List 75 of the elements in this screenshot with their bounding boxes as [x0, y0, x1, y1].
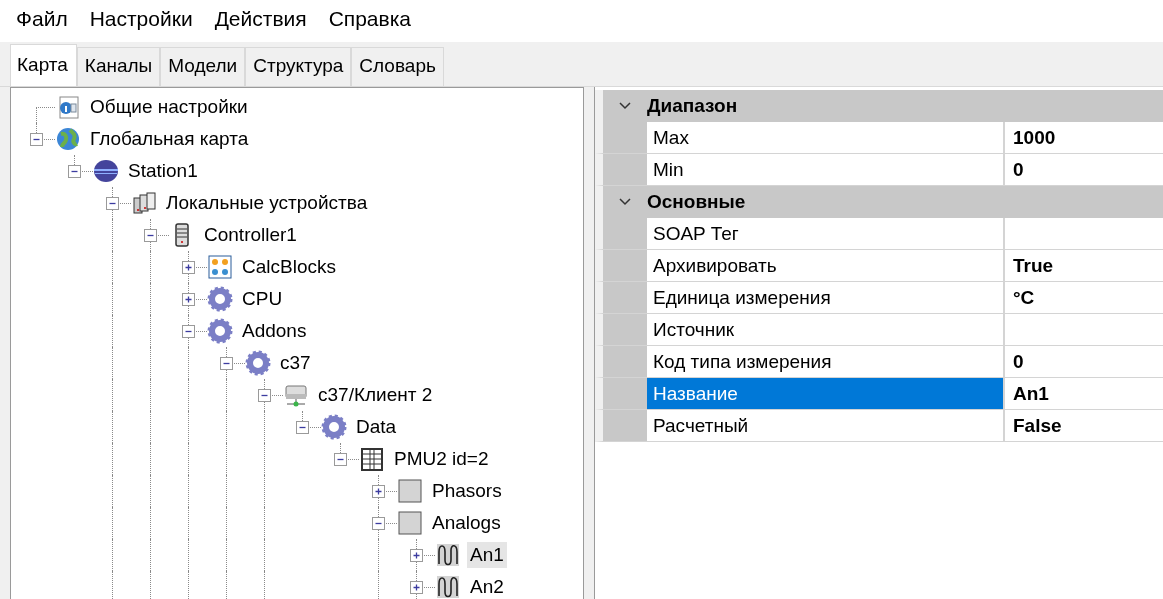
plus-icon	[183, 294, 194, 305]
expand-button[interactable]	[182, 293, 195, 306]
expand-button[interactable]	[410, 581, 423, 594]
tree-item[interactable]: CPU	[239, 286, 286, 312]
wave-icon	[435, 574, 461, 599]
property-value[interactable]: 0	[1005, 346, 1163, 377]
property-name[interactable]: SOAP Тег	[647, 218, 1005, 249]
square-icon	[397, 478, 423, 504]
property-name[interactable]: Источник	[647, 314, 1005, 345]
tab[interactable]: Модели	[160, 47, 246, 86]
tree-item[interactable]: Station1	[125, 158, 201, 184]
tree-item[interactable]: An2	[467, 574, 507, 599]
plus-icon	[183, 262, 194, 273]
tree-item[interactable]: Controller1	[201, 222, 300, 248]
tab[interactable]: Структура	[245, 47, 352, 86]
network-drive-icon	[283, 382, 309, 408]
property-value[interactable]: 1000	[1005, 122, 1163, 153]
property-value[interactable]: False	[1005, 410, 1163, 441]
gear-icon	[321, 414, 347, 440]
menu-item[interactable]: Настройки	[79, 7, 205, 35]
expand-button[interactable]	[182, 261, 195, 274]
tree-item[interactable]: CalcBlocks	[239, 254, 339, 280]
tab[interactable]: Каналы	[76, 47, 161, 86]
disc-icon	[93, 158, 119, 184]
menu-item[interactable]: Справка	[318, 7, 424, 35]
property-value[interactable]: °C	[1005, 282, 1163, 313]
expand-button[interactable]	[410, 549, 423, 562]
gear-icon	[207, 318, 233, 344]
property-name[interactable]: Архивировать	[647, 250, 1005, 281]
tree-item[interactable]: Локальные устройства	[163, 190, 371, 216]
tab[interactable]: Карта	[10, 44, 77, 86]
collapse-button[interactable]	[144, 229, 157, 242]
collapse-button[interactable]	[296, 421, 309, 434]
tree-item[interactable]: Data	[353, 414, 400, 440]
plus-icon	[411, 582, 422, 593]
collapse-button[interactable]	[220, 357, 233, 370]
gear-icon	[245, 350, 271, 376]
wave-icon	[435, 542, 461, 568]
globe-icon	[55, 126, 81, 152]
tree-item[interactable]: An1	[467, 542, 507, 568]
property-value[interactable]: 0	[1005, 154, 1163, 185]
tree-item[interactable]: Общие настройки	[87, 94, 251, 120]
collapse-button[interactable]	[372, 517, 385, 530]
tree-item[interactable]: Analogs	[429, 510, 504, 536]
tab[interactable]: Словарь	[351, 47, 444, 86]
collapse-button[interactable]	[68, 165, 81, 178]
tree-item[interactable]: Phasors	[429, 478, 505, 504]
collapse-button[interactable]	[182, 325, 195, 338]
blocks-icon	[207, 254, 233, 280]
collapse-button[interactable]	[258, 389, 271, 402]
tree-item[interactable]: Addons	[239, 318, 310, 344]
collapse-button[interactable]	[30, 133, 43, 146]
property-name[interactable]: Единица измерения	[647, 282, 1005, 313]
tree-item[interactable]: Глобальная карта	[87, 126, 252, 152]
property-value[interactable]: An1	[1005, 378, 1163, 409]
property-value[interactable]: True	[1005, 250, 1163, 281]
property-name[interactable]: Расчетный	[647, 410, 1005, 441]
property-name[interactable]: Название	[647, 378, 1005, 409]
collapse-button[interactable]	[334, 453, 347, 466]
collapse-button[interactable]	[106, 197, 119, 210]
tree-item[interactable]: c37	[277, 350, 314, 376]
menu-item[interactable]: Файл	[6, 7, 80, 35]
servers-icon	[131, 190, 157, 216]
category-label: Основные	[647, 191, 746, 213]
plus-icon	[373, 486, 384, 497]
plus-icon	[411, 550, 422, 561]
grid-icon	[359, 446, 385, 472]
menu-item[interactable]: Действия	[204, 7, 319, 35]
gear-icon	[207, 286, 233, 312]
category-label: Диапазон	[647, 95, 738, 117]
tree-item[interactable]: c37/Клиент 2	[315, 382, 436, 408]
square-icon	[397, 510, 423, 536]
tree-item[interactable]: PMU2 id=2	[391, 446, 492, 472]
expand-button[interactable]	[372, 485, 385, 498]
property-name[interactable]: Max	[647, 122, 1005, 153]
